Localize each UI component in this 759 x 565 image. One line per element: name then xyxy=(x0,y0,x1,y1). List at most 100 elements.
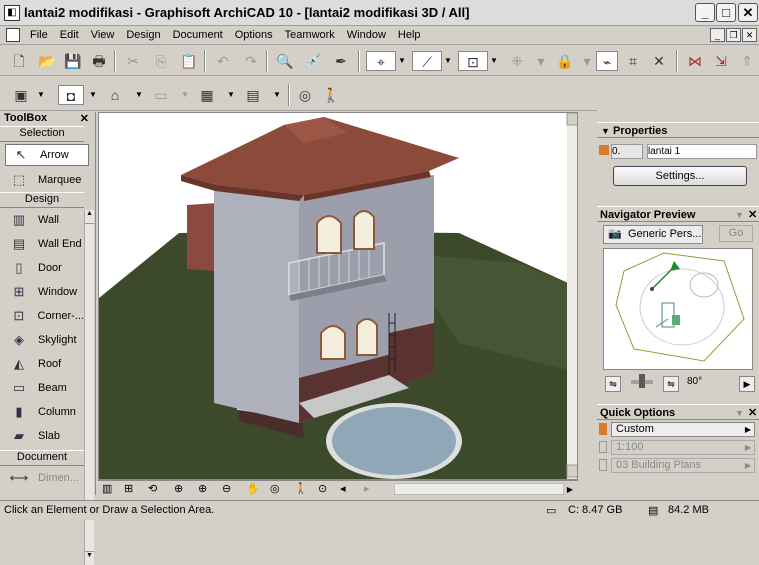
orbit-icon[interactable]: ◎ xyxy=(270,482,280,496)
close-icon[interactable]: ✕ xyxy=(80,112,89,125)
syringe-icon[interactable]: ✒ xyxy=(330,51,352,71)
tool-dimension[interactable]: ⟷ Dimen... xyxy=(0,466,84,490)
scale-select[interactable]: 1:100 ▶ xyxy=(611,440,755,455)
angle-slider[interactable] xyxy=(639,374,645,388)
close-icon[interactable]: ✕ xyxy=(748,207,757,223)
tool-corner-window[interactable]: ⊡ Corner-... xyxy=(0,304,84,328)
chevron-down-icon[interactable]: ▼ xyxy=(397,51,407,71)
layer-field[interactable] xyxy=(611,144,643,159)
grid-icon[interactable]: ⁜ xyxy=(506,51,528,71)
drag-icon[interactable]: ⇲ xyxy=(710,51,732,71)
tool-arrow[interactable]: ↖ Arrow xyxy=(5,144,89,166)
distance-icon[interactable]: ⇋ xyxy=(663,376,679,392)
cancel-icon[interactable]: ✕ xyxy=(648,51,670,71)
tool-slab[interactable]: ▰ Slab xyxy=(0,424,84,448)
chevron-down-icon[interactable]: ▼ xyxy=(489,51,499,71)
zoom-window-icon[interactable]: ⊞ xyxy=(124,482,133,496)
view-select[interactable]: 📷 Generic Pers... xyxy=(603,225,703,244)
chevron-down-icon[interactable]: ▼ xyxy=(735,405,744,421)
lock-icon[interactable]: 🔒 xyxy=(554,51,576,71)
grid-snap-icon[interactable]: ⊡ xyxy=(458,51,488,71)
tool-column[interactable]: ▮ Column xyxy=(0,400,84,424)
chevron-down-icon[interactable]: ▼ xyxy=(735,207,744,223)
scroll-up-icon[interactable]: ▲ xyxy=(85,210,94,224)
eyedropper-icon[interactable]: 💉 xyxy=(302,51,324,71)
3d-viewport[interactable] xyxy=(98,112,578,480)
tracker-icon[interactable]: ⌗ xyxy=(622,51,644,71)
fit-icon[interactable]: ⊙ xyxy=(318,482,327,496)
paste-icon[interactable]: 📋 xyxy=(178,51,200,71)
menu-help[interactable]: Help xyxy=(392,29,427,41)
redo-icon[interactable]: ↷ xyxy=(240,51,262,71)
gravity-icon[interactable]: ⌖ xyxy=(366,51,396,71)
magic-wand-icon[interactable]: ⌁ xyxy=(596,51,618,71)
floor-plan-icon[interactable]: ▣ xyxy=(10,85,32,105)
chevron-down-icon[interactable]: ▼ xyxy=(88,85,98,105)
go-button[interactable]: Go xyxy=(719,225,753,242)
archicad-icon[interactable]: ◧ xyxy=(4,4,20,21)
layer-combination-select[interactable]: 03 Building Plans ▶ xyxy=(611,458,755,473)
cut-icon[interactable]: ✂ xyxy=(122,51,144,71)
menu-view[interactable]: View xyxy=(85,29,121,41)
section-icon[interactable]: ▭ xyxy=(150,85,172,105)
menu-file[interactable]: File xyxy=(24,29,54,41)
properties-header[interactable]: ▼ Properties xyxy=(597,122,759,138)
copy-icon[interactable]: ⎘ xyxy=(150,51,172,71)
zoom-out-icon[interactable]: ⊖ xyxy=(222,482,231,496)
3d-window-icon[interactable]: ◘ xyxy=(58,85,84,105)
house-icon[interactable]: ⌂ xyxy=(104,85,126,105)
close-button[interactable]: ✕ xyxy=(738,3,758,22)
undo-icon[interactable]: ↶ xyxy=(212,51,234,71)
story-field[interactable] xyxy=(647,144,757,159)
layout-icon[interactable]: ▦ xyxy=(196,85,218,105)
tool-skylight[interactable]: ◈ Skylight xyxy=(0,328,84,352)
menu-design[interactable]: Design xyxy=(120,29,166,41)
scroll-right-icon[interactable]: ▶ xyxy=(564,483,576,495)
chevron-down-icon[interactable]: ▼ xyxy=(226,85,236,105)
print-icon[interactable]: 🖶 xyxy=(88,51,110,71)
pan-icon[interactable]: ✋ xyxy=(246,482,260,496)
navigator-preview[interactable] xyxy=(603,248,753,370)
zoom-in-alt-icon[interactable]: ⊕ xyxy=(198,482,207,496)
go-icon[interactable]: ▶ xyxy=(739,376,755,392)
minimize-button[interactable]: _ xyxy=(695,3,715,22)
elevate-icon[interactable]: ⇑ xyxy=(736,51,758,71)
tool-door[interactable]: ▯ Door xyxy=(0,256,84,280)
mirror-icon[interactable]: ⋈ xyxy=(684,51,706,71)
menu-teamwork[interactable]: Teamwork xyxy=(279,29,341,41)
tool-wall-end[interactable]: ▤ Wall End xyxy=(0,232,84,256)
camera-orbit-icon[interactable]: ◎ xyxy=(294,85,316,105)
perspective-settings-icon[interactable]: ⇋ xyxy=(605,376,621,392)
maximize-button[interactable]: □ xyxy=(716,3,736,22)
close-icon[interactable]: ✕ xyxy=(748,405,757,421)
chevron-down-icon[interactable]: ▾ xyxy=(530,51,552,71)
document-icon[interactable] xyxy=(6,28,20,42)
chevron-down-icon[interactable]: ▼ xyxy=(272,85,282,105)
previous-zoom-icon[interactable]: ◂ xyxy=(340,482,346,496)
new-icon[interactable]: 🗋 xyxy=(8,51,30,71)
walk-icon[interactable]: 🚶 xyxy=(320,85,342,105)
tool-window[interactable]: ⊞ Window xyxy=(0,280,84,304)
tool-roof[interactable]: ◭ Roof xyxy=(0,352,84,376)
settings-button[interactable]: Settings... xyxy=(613,166,747,186)
menu-document[interactable]: Document xyxy=(167,29,229,41)
chevron-down-icon[interactable]: ▼ xyxy=(180,85,190,105)
zoom-in-icon[interactable]: ⊕ xyxy=(174,482,183,496)
doc-close-button[interactable]: ✕ xyxy=(742,28,757,42)
view-3d-icon[interactable]: ▥ xyxy=(102,482,112,496)
menu-options[interactable]: Options xyxy=(229,29,279,41)
chevron-down-icon[interactable]: ▼ xyxy=(134,85,144,105)
tool-marquee[interactable]: ⬚ Marquee xyxy=(0,168,84,192)
chevron-down-icon[interactable]: ▼ xyxy=(36,85,46,105)
scroll-down-icon[interactable]: ▼ xyxy=(85,551,94,565)
tool-beam[interactable]: ▭ Beam xyxy=(0,376,84,400)
find-select-icon[interactable]: 🔍 xyxy=(274,51,296,71)
next-zoom-icon[interactable]: ▸ xyxy=(364,482,370,496)
doc-minimize-button[interactable]: _ xyxy=(710,28,725,42)
snap-icon[interactable]: ⟋ xyxy=(412,51,442,71)
detail-icon[interactable]: ▤ xyxy=(242,85,264,105)
doc-restore-button[interactable]: ❐ xyxy=(726,28,741,42)
save-icon[interactable]: 💾 xyxy=(62,51,84,71)
refresh-icon[interactable]: ⟲ xyxy=(148,482,157,496)
menu-window[interactable]: Window xyxy=(341,29,392,41)
